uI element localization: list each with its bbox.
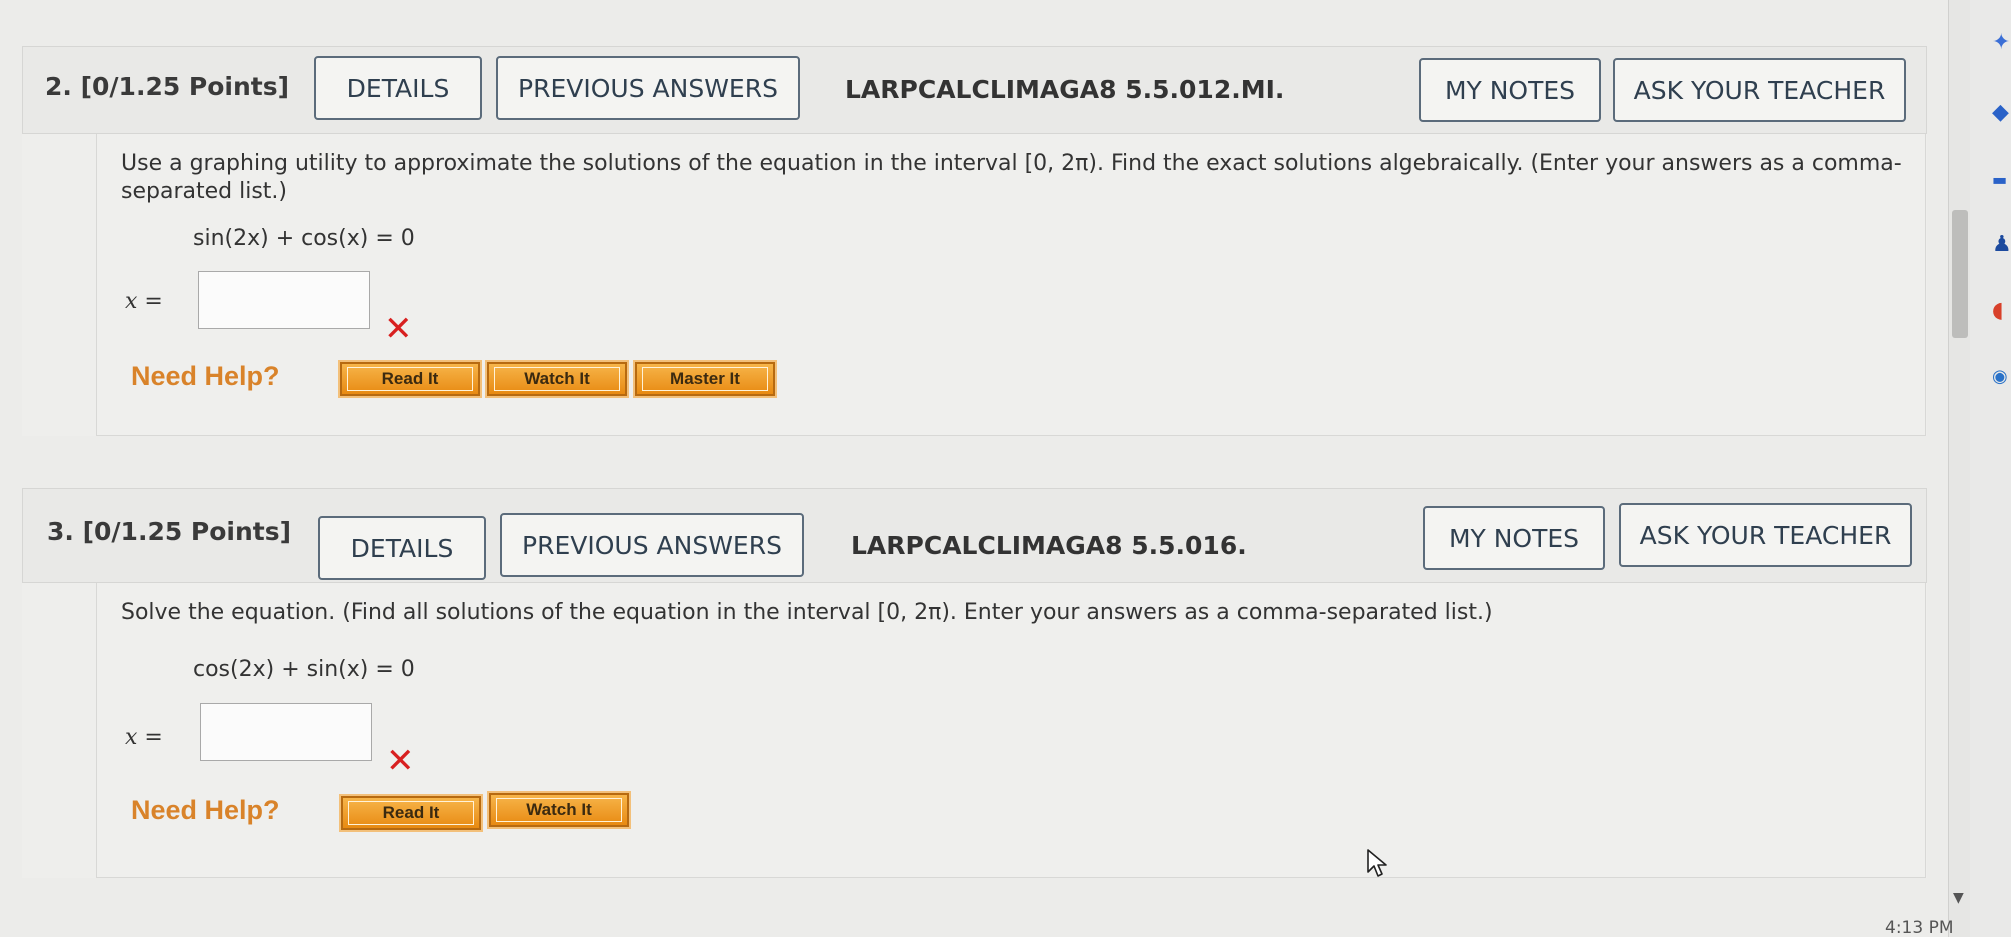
prompt-line-2: separated list.) [121,179,287,204]
read-it-button[interactable]: Read It [338,360,482,398]
assignment-content: 2. [0/1.25 Points] DETAILS PREVIOUS ANSW… [0,0,1948,937]
question-header: 3. [0/1.25 Points] DETAILS PREVIOUS ANSW… [22,488,1927,583]
master-it-button[interactable]: Master It [633,360,777,398]
previous-answers-button[interactable]: PREVIOUS ANSWERS [496,56,800,120]
problem-code: LARPCALCLIMAGA8 5.5.016. [851,531,1247,560]
my-notes-button[interactable]: MY NOTES [1419,58,1601,122]
mouse-pointer-icon [1367,849,1387,877]
office-icon[interactable]: ◖ [1992,298,2004,323]
answer-input[interactable] [198,271,370,329]
briefcase-icon[interactable]: ▬ [1992,170,2007,189]
question-prompt: Solve the equation. (Find all solutions … [121,600,1493,625]
question-3: 3. [0/1.25 Points] DETAILS PREVIOUS ANSW… [22,488,1927,878]
person-icon[interactable]: ♟ [1992,232,2011,257]
need-help-label: Need Help? [131,795,280,825]
incorrect-x-icon: ✕ [384,309,413,349]
incorrect-x-icon: ✕ [386,741,415,781]
watch-it-button[interactable]: Watch It [485,360,629,398]
watch-it-label: Watch It [496,798,622,822]
question-2: 2. [0/1.25 Points] DETAILS PREVIOUS ANSW… [22,46,1927,436]
vertical-scrollbar[interactable]: ▼ [1948,0,1970,937]
answer-label: x = [125,725,163,750]
question-body: Use a graphing utility to approximate th… [96,134,1926,436]
my-notes-button[interactable]: MY NOTES [1423,506,1605,570]
browser-page: 2. [0/1.25 Points] DETAILS PREVIOUS ANSW… [0,0,2011,937]
system-clock: 4:13 PM [1885,918,1954,937]
previous-answers-button[interactable]: PREVIOUS ANSWERS [500,513,804,577]
diamond-icon[interactable]: ◆ [1992,100,2009,125]
watch-it-button[interactable]: Watch It [487,791,631,829]
details-button[interactable]: DETAILS [314,56,482,120]
ask-your-teacher-button[interactable]: ASK YOUR TEACHER [1619,503,1912,567]
details-button[interactable]: DETAILS [318,516,486,580]
scroll-down-arrow-icon[interactable]: ▼ [1953,890,1964,906]
read-it-label: Read It [348,801,474,825]
read-it-label: Read It [347,367,473,391]
question-body: Solve the equation. (Find all solutions … [96,583,1926,878]
equation: cos(2x) + sin(x) = 0 [193,657,415,682]
watch-it-label: Watch It [494,367,620,391]
problem-code: LARPCALCLIMAGA8 5.5.012.MI. [845,75,1285,104]
need-help-label: Need Help? [131,361,280,391]
prompt-line-1: Use a graphing utility to approximate th… [121,151,1902,176]
question-prompt: Use a graphing utility to approximate th… [121,150,1911,206]
scrollbar-thumb[interactable] [1952,210,1968,338]
question-number-points: 2. [0/1.25 Points] [45,72,290,101]
side-toolbar: ✦ ◆ ▬ ♟ ◖ ◉ [1970,0,2011,937]
master-it-label: Master It [642,367,768,391]
answer-input[interactable] [200,703,372,761]
sparkle-icon[interactable]: ✦ [1992,30,2010,55]
equation: sin(2x) + cos(x) = 0 [193,226,415,251]
ask-your-teacher-button[interactable]: ASK YOUR TEACHER [1613,58,1906,122]
read-it-button[interactable]: Read It [339,794,483,832]
question-header: 2. [0/1.25 Points] DETAILS PREVIOUS ANSW… [22,46,1927,134]
answer-label: x = [125,289,163,314]
question-number-points: 3. [0/1.25 Points] [47,517,292,546]
outlook-icon[interactable]: ◉ [1992,366,2008,387]
